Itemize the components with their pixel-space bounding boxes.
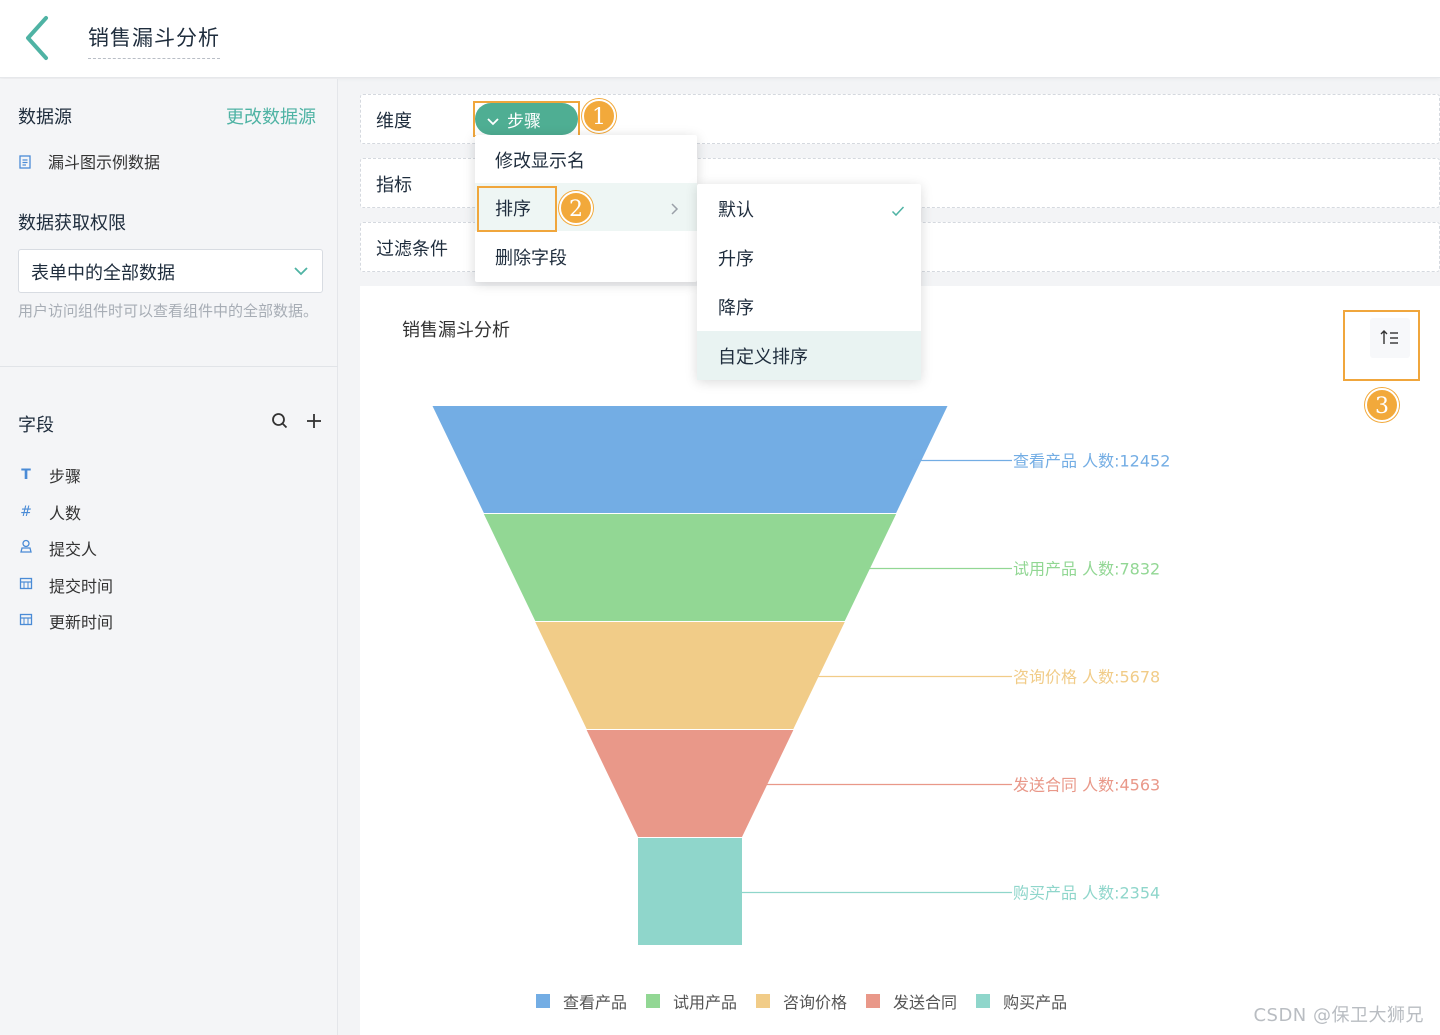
- dimension-label: 维度: [376, 111, 412, 132]
- document-icon: [18, 154, 32, 169]
- legend-item[interactable]: 试用产品: [646, 989, 737, 1013]
- legend-swatch: [756, 994, 771, 1008]
- filter-label: 过滤条件: [376, 239, 448, 260]
- legend-label: 购买产品: [1003, 993, 1068, 1012]
- permission-select[interactable]: 表单中的全部数据: [18, 249, 323, 293]
- permission-help-text: 用户访问组件时可以查看组件中的全部数据。: [18, 302, 319, 320]
- page-title[interactable]: 销售漏斗分析: [88, 22, 220, 59]
- funnel-segment[interactable]: [432, 406, 948, 513]
- funnel-segment[interactable]: [483, 514, 897, 621]
- calendar-icon: [18, 612, 34, 630]
- legend-label: 发送合同: [893, 993, 958, 1012]
- chevron-right-icon: [669, 200, 679, 215]
- field-label: 提交人: [49, 540, 98, 560]
- field-item-step[interactable]: T 步骤: [18, 457, 113, 494]
- field-list: T 步骤 # 人数 提交人 提交时间 更新时间: [18, 457, 113, 640]
- sort-submenu: 默认 升序 降序 自定义排序: [697, 184, 921, 380]
- top-bar: 销售漏斗分析: [0, 0, 1440, 78]
- legend-swatch: [536, 994, 550, 1008]
- highlight-box-3: [1343, 310, 1420, 381]
- chart-legend: 查看产品 试用产品 咨询价格 发送合同 购买产品: [536, 989, 1067, 1013]
- menu-item-rename[interactable]: 修改显示名: [475, 135, 697, 183]
- legend-swatch: [976, 994, 991, 1008]
- step-badge-3: 3: [1365, 388, 1399, 422]
- search-icon[interactable]: [270, 411, 290, 431]
- metric-label: 指标: [376, 175, 412, 196]
- legend-item[interactable]: 查看产品: [536, 989, 627, 1013]
- funnel-segment[interactable]: [586, 730, 794, 837]
- funnel-data-label: 咨询价格 人数:5678: [1013, 668, 1160, 687]
- funnel-data-label: 查看产品 人数:12452: [1013, 452, 1170, 471]
- sort-option-ascending[interactable]: 升序: [697, 233, 921, 282]
- legend-swatch: [866, 994, 881, 1008]
- sort-option-custom[interactable]: 自定义排序: [697, 331, 921, 380]
- datasource-name: 漏斗图示例数据: [48, 153, 161, 172]
- permission-heading: 数据获取权限: [18, 213, 126, 234]
- watermark: CSDN @保卫大狮兄: [1253, 1005, 1424, 1026]
- datasource-item[interactable]: 漏斗图示例数据: [18, 149, 160, 173]
- left-sidebar: 数据源 更改数据源 漏斗图示例数据 数据获取权限 表单中的全部数据 用户访问组件…: [0, 79, 338, 1035]
- field-item-update-time[interactable]: 更新时间: [18, 603, 113, 640]
- main-panel: 维度 指标 过滤条件 步骤 1 修改显示名 排序 删除字段 2 默认 升序 降序…: [339, 79, 1440, 1035]
- person-icon: [18, 539, 34, 557]
- funnel-data-label: 购买产品 人数:2354: [1013, 884, 1160, 903]
- change-datasource-link[interactable]: 更改数据源: [226, 103, 316, 129]
- step-badge-2: 2: [559, 191, 593, 225]
- text-type-icon: T: [21, 467, 31, 484]
- fields-heading: 字段: [18, 415, 54, 436]
- number-type-icon: #: [20, 503, 32, 520]
- field-context-menu: 修改显示名 排序 删除字段 2: [475, 135, 697, 282]
- funnel-chart: 查看产品 人数:12452 试用产品 人数:7832 咨询价格 人数:5678 发送合…: [432, 406, 1170, 945]
- field-item-count[interactable]: # 人数: [18, 494, 113, 531]
- funnel-data-label: 试用产品 人数:7832: [1013, 560, 1160, 579]
- datasource-heading: 数据源: [18, 107, 72, 128]
- field-item-submitter[interactable]: 提交人: [18, 530, 113, 567]
- back-arrow-icon[interactable]: [22, 14, 56, 62]
- highlight-box-2: [477, 186, 557, 232]
- legend-item[interactable]: 发送合同: [866, 989, 957, 1013]
- check-icon: [891, 201, 905, 217]
- legend-label: 试用产品: [673, 993, 738, 1012]
- legend-item[interactable]: 购买产品: [976, 989, 1067, 1013]
- add-icon[interactable]: [304, 411, 324, 431]
- funnel-segment[interactable]: [535, 622, 845, 729]
- field-label: 人数: [49, 503, 82, 523]
- fields-tools: [270, 411, 324, 431]
- legend-item[interactable]: 咨询价格: [756, 989, 847, 1013]
- sort-option-descending[interactable]: 降序: [697, 282, 921, 331]
- chevron-down-icon: [292, 262, 310, 280]
- divider: [0, 366, 338, 367]
- funnel-segment[interactable]: [638, 838, 742, 945]
- legend-swatch: [646, 994, 661, 1008]
- sort-option-default[interactable]: 默认: [697, 184, 921, 233]
- legend-label: 咨询价格: [783, 993, 848, 1012]
- field-label: 步骤: [49, 467, 82, 487]
- sort-option-label: 默认: [718, 200, 754, 221]
- legend-label: 查看产品: [563, 993, 628, 1012]
- calendar-icon: [18, 576, 34, 594]
- field-label: 更新时间: [49, 613, 114, 633]
- funnel-data-label: 发送合同 人数:4563: [1013, 776, 1160, 795]
- chart-title: 销售漏斗分析: [402, 320, 510, 341]
- highlight-box-1: [473, 101, 580, 137]
- step-badge-1: 1: [582, 99, 616, 133]
- field-item-submit-time[interactable]: 提交时间: [18, 567, 113, 604]
- permission-select-value: 表单中的全部数据: [31, 263, 175, 284]
- chart-card: 查看产品 人数:12452 试用产品 人数:7832 咨询价格 人数:5678 发送合…: [360, 286, 1440, 1035]
- menu-item-delete-field[interactable]: 删除字段: [475, 232, 697, 280]
- field-label: 提交时间: [49, 576, 114, 596]
